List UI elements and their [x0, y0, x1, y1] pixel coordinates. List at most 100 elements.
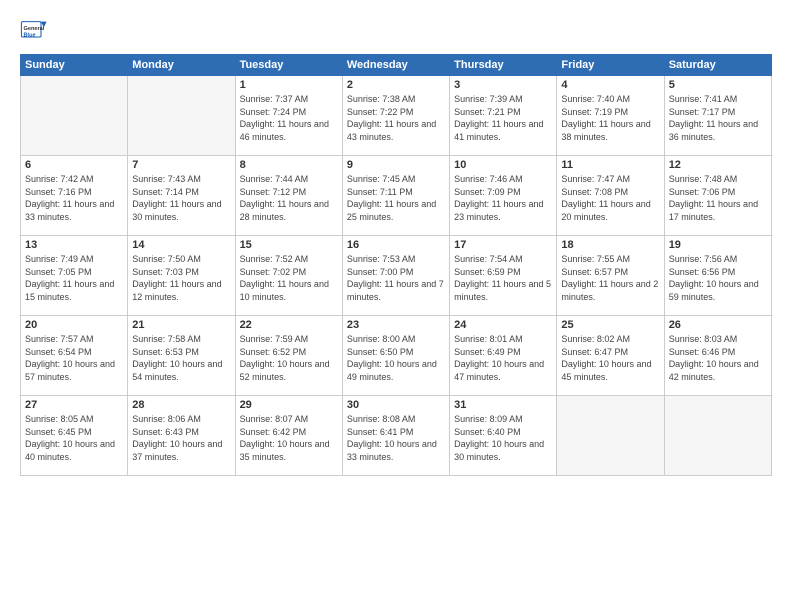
calendar-week-row: 6 Sunrise: 7:42 AM Sunset: 7:16 PM Daylig… [21, 156, 772, 236]
day-number: 3 [454, 79, 552, 91]
calendar-cell: 19Sunrise: 7:56 AM Sunset: 6:56 PM Dayli… [664, 236, 771, 316]
calendar-cell: 12Sunrise: 7:48 AM Sunset: 7:06 PM Dayli… [664, 156, 771, 236]
day-info: Sunrise: 7:47 AM Sunset: 7:08 PM Dayligh… [561, 173, 659, 223]
calendar-cell: 1Sunrise: 7:37 AM Sunset: 7:24 PM Daylig… [235, 76, 342, 156]
day-info: Sunrise: 7:49 AM Sunset: 7:05 PM Dayligh… [25, 253, 123, 303]
header-cell-saturday: Saturday [664, 55, 771, 76]
header-cell-thursday: Thursday [450, 55, 557, 76]
day-number: 1 [240, 79, 338, 91]
calendar-cell: 2 Sunrise: 7:38 AM Sunset: 7:22 PM Daylig… [342, 76, 449, 156]
day-number: 24 [454, 319, 552, 331]
day-info: Sunrise: 7:38 AM Sunset: 7:22 PM Dayligh… [347, 93, 445, 143]
calendar-cell: 11 Sunrise: 7:47 AM Sunset: 7:08 PM Dayli… [557, 156, 664, 236]
day-info: Sunrise: 7:43 AM Sunset: 7:14 PM Dayligh… [132, 173, 230, 223]
calendar-cell: 5Sunrise: 7:41 AM Sunset: 7:17 PM Daylig… [664, 76, 771, 156]
calendar-cell: 28 Sunrise: 8:06 AM Sunset: 6:43 PM Dayli… [128, 396, 235, 476]
calendar-cell: 29Sunrise: 8:07 AM Sunset: 6:42 PM Dayli… [235, 396, 342, 476]
day-info: Sunrise: 7:50 AM Sunset: 7:03 PM Dayligh… [132, 253, 230, 303]
calendar-cell: 30Sunrise: 8:08 AM Sunset: 6:41 PM Dayli… [342, 396, 449, 476]
day-info: Sunrise: 8:02 AM Sunset: 6:47 PM Dayligh… [561, 333, 659, 383]
calendar-cell: 22 Sunrise: 7:59 AM Sunset: 6:52 PM Dayli… [235, 316, 342, 396]
header: General Blue [20, 16, 772, 44]
logo: General Blue [20, 16, 48, 44]
day-number: 20 [25, 319, 123, 331]
calendar-cell: 16 Sunrise: 7:53 AM Sunset: 7:00 PM Dayli… [342, 236, 449, 316]
day-number: 31 [454, 399, 552, 411]
day-number: 23 [347, 319, 445, 331]
day-info: Sunrise: 8:03 AM Sunset: 6:46 PM Dayligh… [669, 333, 767, 383]
day-number: 26 [669, 319, 767, 331]
header-cell-tuesday: Tuesday [235, 55, 342, 76]
day-info: Sunrise: 7:53 AM Sunset: 7:00 PM Dayligh… [347, 253, 445, 303]
calendar-cell: 27 Sunrise: 8:05 AM Sunset: 6:45 PM Dayli… [21, 396, 128, 476]
calendar-cell [128, 76, 235, 156]
day-number: 19 [669, 239, 767, 251]
day-info: Sunrise: 7:48 AM Sunset: 7:06 PM Dayligh… [669, 173, 767, 223]
day-number: 25 [561, 319, 659, 331]
day-number: 30 [347, 399, 445, 411]
day-number: 16 [347, 239, 445, 251]
calendar-cell: 6 Sunrise: 7:42 AM Sunset: 7:16 PM Daylig… [21, 156, 128, 236]
day-info: Sunrise: 8:01 AM Sunset: 6:49 PM Dayligh… [454, 333, 552, 383]
day-info: Sunrise: 7:55 AM Sunset: 6:57 PM Dayligh… [561, 253, 659, 303]
day-number: 18 [561, 239, 659, 251]
day-number: 27 [25, 399, 123, 411]
day-info: Sunrise: 7:42 AM Sunset: 7:16 PM Dayligh… [25, 173, 123, 223]
day-number: 4 [561, 79, 659, 91]
day-number: 22 [240, 319, 338, 331]
day-number: 13 [25, 239, 123, 251]
day-info: Sunrise: 7:45 AM Sunset: 7:11 PM Dayligh… [347, 173, 445, 223]
calendar-cell: 3 Sunrise: 7:39 AM Sunset: 7:21 PM Daylig… [450, 76, 557, 156]
day-number: 10 [454, 159, 552, 171]
header-cell-sunday: Sunday [21, 55, 128, 76]
day-info: Sunrise: 7:46 AM Sunset: 7:09 PM Dayligh… [454, 173, 552, 223]
day-info: Sunrise: 8:05 AM Sunset: 6:45 PM Dayligh… [25, 413, 123, 463]
day-number: 9 [347, 159, 445, 171]
calendar-cell: 25 Sunrise: 8:02 AM Sunset: 6:47 PM Dayli… [557, 316, 664, 396]
svg-text:Blue: Blue [24, 32, 36, 38]
calendar-cell: 31 Sunrise: 8:09 AM Sunset: 6:40 PM Dayli… [450, 396, 557, 476]
day-number: 21 [132, 319, 230, 331]
day-info: Sunrise: 7:44 AM Sunset: 7:12 PM Dayligh… [240, 173, 338, 223]
day-info: Sunrise: 7:52 AM Sunset: 7:02 PM Dayligh… [240, 253, 338, 303]
day-number: 7 [132, 159, 230, 171]
day-number: 8 [240, 159, 338, 171]
day-info: Sunrise: 7:54 AM Sunset: 6:59 PM Dayligh… [454, 253, 552, 303]
calendar-cell: 14 Sunrise: 7:50 AM Sunset: 7:03 PM Dayli… [128, 236, 235, 316]
day-info: Sunrise: 8:06 AM Sunset: 6:43 PM Dayligh… [132, 413, 230, 463]
calendar-week-row: 13 Sunrise: 7:49 AM Sunset: 7:05 PM Dayli… [21, 236, 772, 316]
day-info: Sunrise: 7:39 AM Sunset: 7:21 PM Dayligh… [454, 93, 552, 143]
calendar-cell: 4Sunrise: 7:40 AM Sunset: 7:19 PM Daylig… [557, 76, 664, 156]
day-number: 6 [25, 159, 123, 171]
calendar-cell [664, 396, 771, 476]
day-number: 28 [132, 399, 230, 411]
day-info: Sunrise: 8:00 AM Sunset: 6:50 PM Dayligh… [347, 333, 445, 383]
day-info: Sunrise: 7:59 AM Sunset: 6:52 PM Dayligh… [240, 333, 338, 383]
calendar-cell: 21 Sunrise: 7:58 AM Sunset: 6:53 PM Dayli… [128, 316, 235, 396]
header-cell-monday: Monday [128, 55, 235, 76]
day-number: 5 [669, 79, 767, 91]
calendar-page: General Blue SundayMondayTuesdayWednesda… [0, 0, 792, 612]
day-number: 17 [454, 239, 552, 251]
calendar-table: SundayMondayTuesdayWednesdayThursdayFrid… [20, 54, 772, 476]
calendar-cell: 18 Sunrise: 7:55 AM Sunset: 6:57 PM Dayli… [557, 236, 664, 316]
day-number: 2 [347, 79, 445, 91]
day-info: Sunrise: 7:57 AM Sunset: 6:54 PM Dayligh… [25, 333, 123, 383]
calendar-cell: 15Sunrise: 7:52 AM Sunset: 7:02 PM Dayli… [235, 236, 342, 316]
day-number: 11 [561, 159, 659, 171]
calendar-week-row: 20 Sunrise: 7:57 AM Sunset: 6:54 PM Dayli… [21, 316, 772, 396]
day-info: Sunrise: 8:09 AM Sunset: 6:40 PM Dayligh… [454, 413, 552, 463]
calendar-cell: 8 Sunrise: 7:44 AM Sunset: 7:12 PM Daylig… [235, 156, 342, 236]
calendar-cell: 17 Sunrise: 7:54 AM Sunset: 6:59 PM Dayli… [450, 236, 557, 316]
calendar-week-row: 27 Sunrise: 8:05 AM Sunset: 6:45 PM Dayli… [21, 396, 772, 476]
calendar-cell: 24 Sunrise: 8:01 AM Sunset: 6:49 PM Dayli… [450, 316, 557, 396]
header-cell-wednesday: Wednesday [342, 55, 449, 76]
calendar-cell: 10 Sunrise: 7:46 AM Sunset: 7:09 PM Dayli… [450, 156, 557, 236]
svg-text:General: General [24, 26, 45, 32]
logo-icon: General Blue [20, 16, 48, 44]
calendar-cell: 7 Sunrise: 7:43 AM Sunset: 7:14 PM Daylig… [128, 156, 235, 236]
day-info: Sunrise: 7:58 AM Sunset: 6:53 PM Dayligh… [132, 333, 230, 383]
calendar-cell: 23 Sunrise: 8:00 AM Sunset: 6:50 PM Dayli… [342, 316, 449, 396]
day-number: 29 [240, 399, 338, 411]
day-number: 14 [132, 239, 230, 251]
